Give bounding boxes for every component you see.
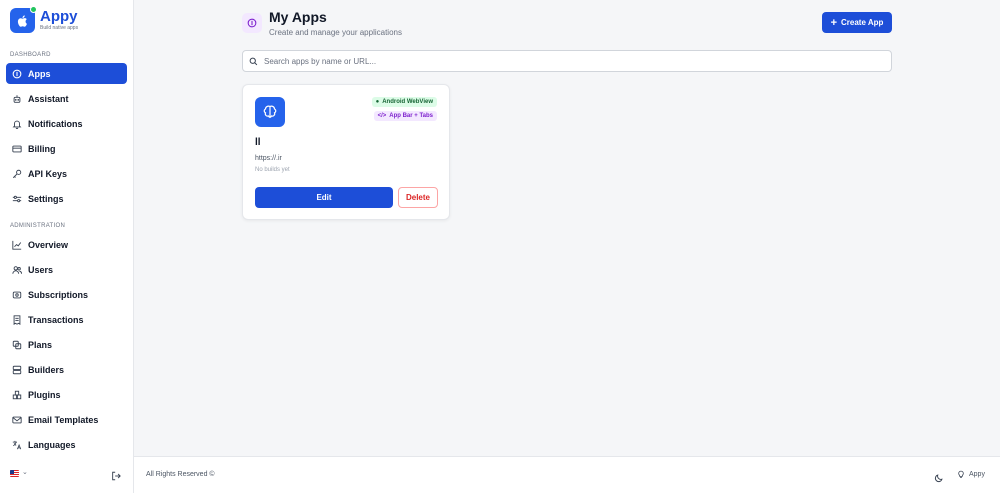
brain-icon — [255, 97, 285, 127]
search-icon — [249, 57, 258, 65]
subscription-icon — [12, 290, 22, 300]
brand-name: Appy — [40, 8, 78, 25]
logout-icon[interactable] — [111, 468, 121, 481]
create-app-label: Create App — [841, 18, 884, 27]
sidebar-item-apps[interactable]: Apps — [6, 63, 127, 84]
sidebar-item-plugins[interactable]: Plugins — [6, 384, 127, 405]
sidebar-item-label: Plugins — [28, 389, 61, 400]
sidebar-item-subscriptions[interactable]: Subscriptions — [6, 284, 127, 305]
receipt-icon — [12, 314, 22, 325]
sidebar-item-billing[interactable]: Billing — [6, 138, 127, 159]
sidebar-item-email-templates[interactable]: Email Templates — [6, 409, 127, 430]
sidebar-item-label: Billing — [28, 143, 56, 154]
app-url: https://.ir — [255, 155, 282, 162]
sidebar-item-api-keys[interactable]: API Keys — [6, 163, 127, 184]
sidebar-item-label: Apps — [28, 68, 51, 79]
sidebar-item-plans[interactable]: Plans — [6, 334, 127, 355]
apps-icon — [12, 69, 22, 79]
sidebar-item-users[interactable]: Users — [6, 259, 127, 280]
app-build-status: No builds yet — [255, 167, 290, 173]
chevron-down-icon[interactable]: ⌄ — [22, 468, 28, 476]
layers-icon — [12, 340, 22, 350]
copyright-text: All Rights Reserved © — [146, 471, 215, 478]
app-card[interactable]: ● Android WebView </> App Bar + Tabs ll … — [242, 84, 450, 220]
sidebar-footer: ⌄ — [0, 462, 134, 486]
server-icon — [12, 365, 22, 375]
sidebar-item-languages[interactable]: Languages — [6, 434, 127, 455]
sidebar-item-label: Users — [28, 264, 54, 275]
apps-icon — [242, 13, 262, 33]
sidebar-item-label: Email Templates — [28, 414, 99, 425]
apple-logo-icon — [10, 6, 37, 33]
edit-button[interactable]: Edit — [255, 187, 393, 208]
check-circle-icon: ● — [375, 99, 380, 105]
footer-brand-label: Appy — [969, 470, 985, 478]
sliders-icon — [12, 194, 22, 204]
lightbulb-icon — [958, 470, 964, 478]
app-name: ll — [255, 137, 261, 148]
sidebar-item-label: Overview — [28, 239, 69, 250]
sidebar: Appy Build native apps DASHBOARD Apps As… — [0, 0, 134, 493]
platform-badge: ● Android WebView — [371, 97, 437, 107]
sidebar-item-label: Plans — [28, 339, 53, 350]
sidebar-item-transactions[interactable]: Transactions — [6, 309, 127, 330]
sidebar-item-notifications[interactable]: Notifications — [6, 113, 127, 134]
search-bar[interactable] — [242, 50, 892, 72]
robot-icon — [12, 94, 22, 104]
platform-badge-label: Android WebView — [382, 99, 433, 105]
sidebar-item-label: Assistant — [28, 93, 69, 104]
sidebar-item-overview[interactable]: Overview — [6, 234, 127, 255]
sidebar-item-builders[interactable]: Builders — [6, 359, 127, 380]
users-icon — [12, 265, 22, 275]
plus-icon: + — [830, 16, 838, 29]
translate-icon — [12, 440, 22, 450]
sidebar-item-label: Settings — [28, 193, 64, 204]
sidebar-item-settings[interactable]: Settings — [6, 188, 127, 209]
layout-badge: </> App Bar + Tabs — [373, 111, 437, 121]
mail-icon — [12, 415, 22, 425]
section-label-administration: ADMINISTRATION — [10, 223, 66, 229]
brand-tagline: Build native apps — [40, 25, 79, 31]
brand[interactable]: Appy Build native apps — [10, 6, 79, 33]
moon-icon[interactable] — [934, 470, 944, 483]
sidebar-item-label: API Keys — [28, 168, 68, 179]
delete-button[interactable]: Delete — [398, 187, 438, 208]
bell-icon — [12, 119, 22, 129]
chart-line-icon — [12, 240, 22, 250]
sidebar-item-label: Notifications — [28, 118, 83, 129]
main-content: My Apps Create and manage your applicati… — [134, 0, 1000, 493]
sidebar-item-label: Builders — [28, 364, 65, 375]
us-flag-icon[interactable] — [10, 470, 19, 477]
sidebar-item-assistant[interactable]: Assistant — [6, 88, 127, 109]
footer-brand[interactable]: Appy — [957, 470, 985, 478]
page-title: My Apps — [269, 9, 327, 25]
layout-badge-label: App Bar + Tabs — [389, 113, 433, 119]
sidebar-item-label: Transactions — [28, 314, 84, 325]
key-icon — [12, 169, 22, 179]
sidebar-item-label: Languages — [28, 439, 76, 450]
create-app-button[interactable]: + Create App — [822, 12, 892, 33]
credit-card-icon — [12, 144, 22, 154]
search-input[interactable] — [264, 56, 864, 66]
status-dot — [30, 6, 37, 13]
section-label-dashboard: DASHBOARD — [10, 52, 51, 58]
code-icon: </> — [377, 113, 387, 119]
page-subtitle: Create and manage your applications — [269, 28, 402, 37]
sidebar-item-label: Subscriptions — [28, 289, 89, 300]
puzzle-icon — [12, 390, 22, 400]
footer: All Rights Reserved © Appy — [134, 456, 1000, 493]
